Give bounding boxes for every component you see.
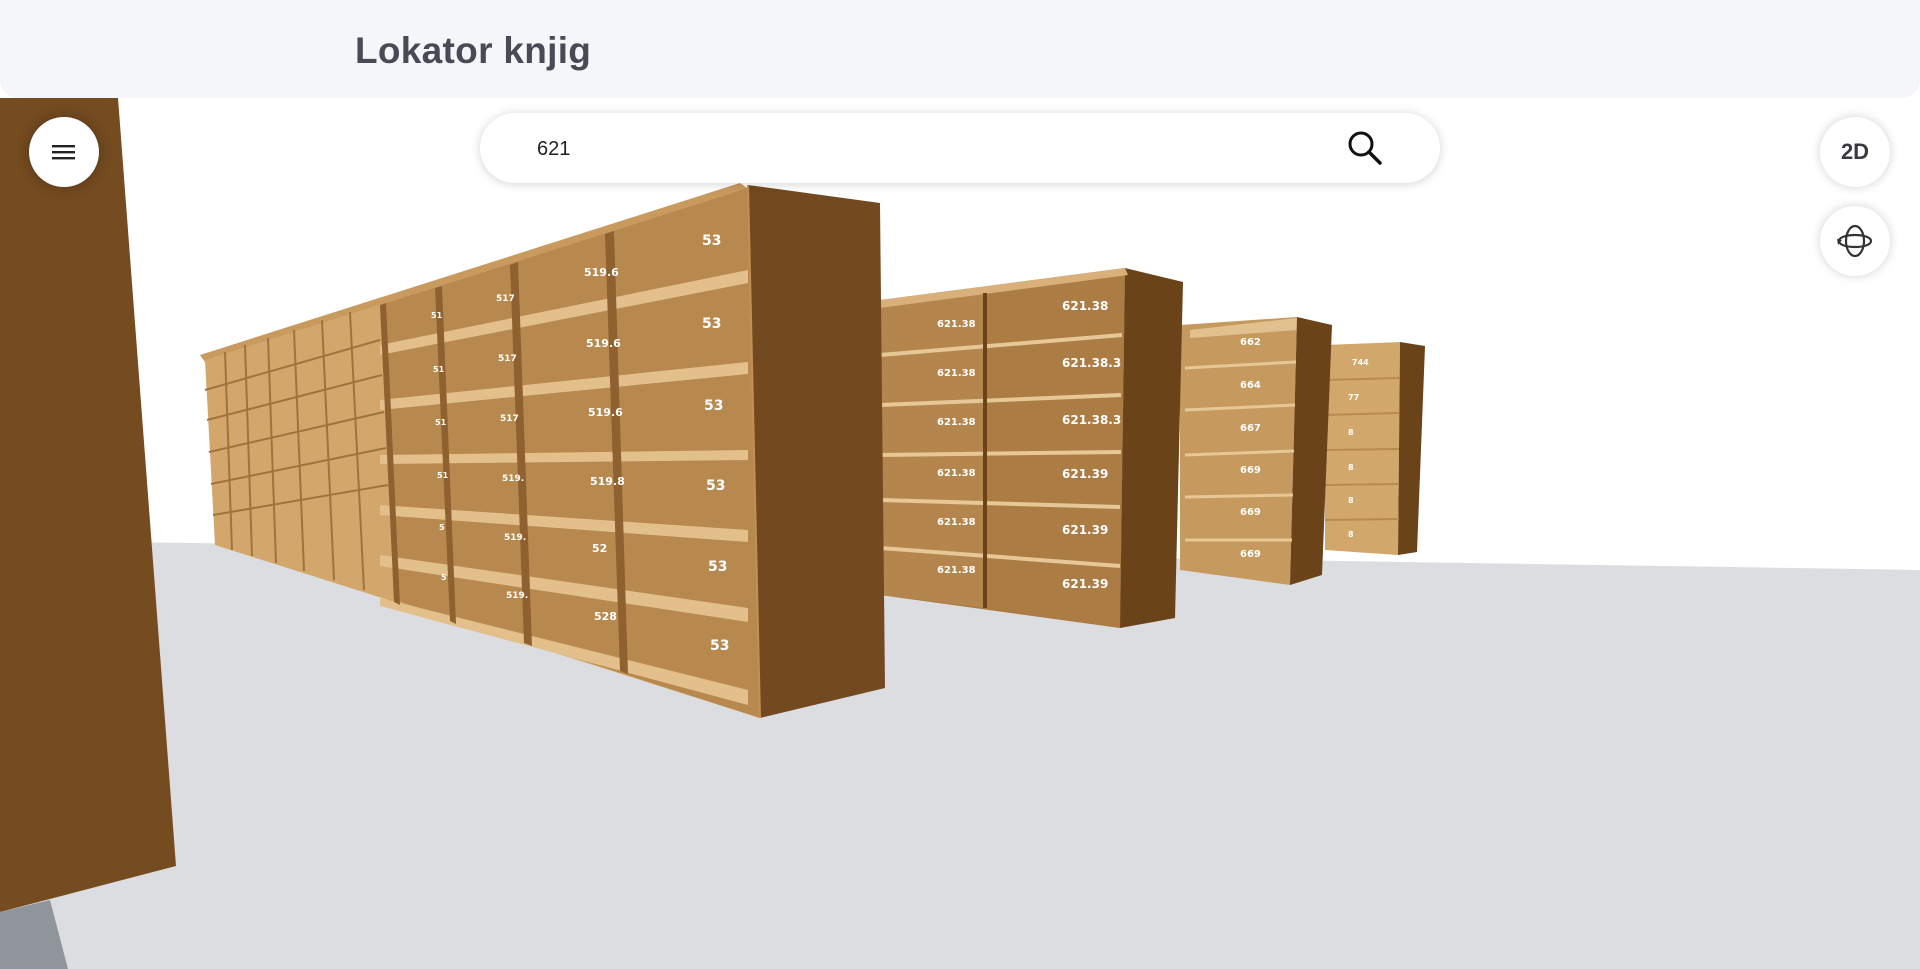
shelf-label: 53 [710, 638, 729, 654]
shelf-label: 621.39 [1062, 577, 1108, 591]
shelf-label: 8 [1348, 463, 1354, 472]
shelf-label: 667 [1240, 423, 1261, 434]
shelf-label: 53 [702, 316, 721, 332]
shelf-label: 5 [439, 523, 445, 532]
view-mode-label: 2D [1840, 139, 1870, 164]
search-button[interactable] [1342, 125, 1388, 171]
hamburger-menu-icon [52, 145, 75, 160]
view-mode-2d-button[interactable]: 2D [1820, 117, 1890, 187]
shelf-label: 51 [437, 471, 449, 480]
shelf-label: 519.6 [584, 266, 619, 279]
bookcase-3[interactable]: 662 664 667 669 669 669 [1180, 317, 1332, 585]
shelf-label: 8 [1348, 496, 1354, 505]
app-root: 744 77 8 8 8 8 662 664 667 669 669 669 6… [0, 0, 1920, 969]
shelf-label: 621.38 [937, 368, 976, 379]
shelf-label: 621.38.3 [1062, 356, 1121, 370]
shelf-label: 519. [502, 474, 524, 484]
shelf-label: 52 [592, 542, 607, 555]
shelf-label: 519. [504, 533, 526, 543]
shelf-label: 519. [506, 591, 528, 601]
top-bar: Lokator knjig [0, 0, 1920, 98]
shelf-label: 77 [1348, 393, 1359, 402]
shelf-label: 517 [496, 294, 515, 304]
shelf-label: 519.8 [590, 475, 625, 488]
search-bar [480, 113, 1440, 183]
bookcase-4[interactable]: 744 77 8 8 8 8 [1324, 342, 1425, 555]
shelf-label: 621.39 [1062, 523, 1108, 537]
shelf-label: 669 [1240, 507, 1261, 518]
shelf-label: 8 [1348, 530, 1354, 539]
shelf-label: 53 [702, 233, 721, 249]
shelf-label: 669 [1240, 465, 1261, 476]
shelf-label: 621.38 [937, 468, 976, 479]
shelf-label: 662 [1240, 337, 1261, 348]
shelf-label: 51 [433, 365, 445, 374]
shelf-label: 51 [435, 418, 447, 427]
shelf-label: 621.38 [937, 417, 976, 428]
shelf-label: 53 [706, 478, 725, 494]
shelf-label: 528 [594, 610, 617, 623]
shelf-label: 51 [431, 311, 443, 320]
shelf-label: 517 [498, 354, 517, 364]
shelf-label: 5 [441, 573, 447, 582]
shelf-label: 621.38.3 [1062, 413, 1121, 427]
shelf-label: 621.39 [1062, 467, 1108, 481]
shelf-label: 621.38 [937, 319, 976, 330]
search-input[interactable] [535, 129, 1319, 169]
shelf-label: 744 [1352, 358, 1369, 367]
bookcase-2[interactable]: 621.38 621.38 621.38 621.38 621.38 621.3… [879, 268, 1183, 628]
shelf-label: 519.6 [586, 337, 621, 350]
search-icon [1348, 131, 1382, 165]
orbit-rotate-icon [1837, 224, 1873, 258]
shelf-label: 53 [708, 559, 727, 575]
shelf-label: 517 [500, 414, 519, 424]
shelf-label: 519.6 [588, 406, 623, 419]
menu-button[interactable] [29, 117, 99, 187]
shelf-label: 621.38 [1062, 299, 1108, 313]
shelf-label: 664 [1240, 380, 1261, 391]
shelf-label: 669 [1240, 549, 1261, 560]
app-title: Lokator knjig [355, 30, 592, 71]
shelf-label: 53 [704, 398, 723, 414]
orbit-camera-button[interactable] [1820, 206, 1890, 276]
shelf-label: 621.38 [937, 565, 976, 576]
shelf-label: 621.38 [937, 517, 976, 528]
shelf-label: 8 [1348, 428, 1354, 437]
